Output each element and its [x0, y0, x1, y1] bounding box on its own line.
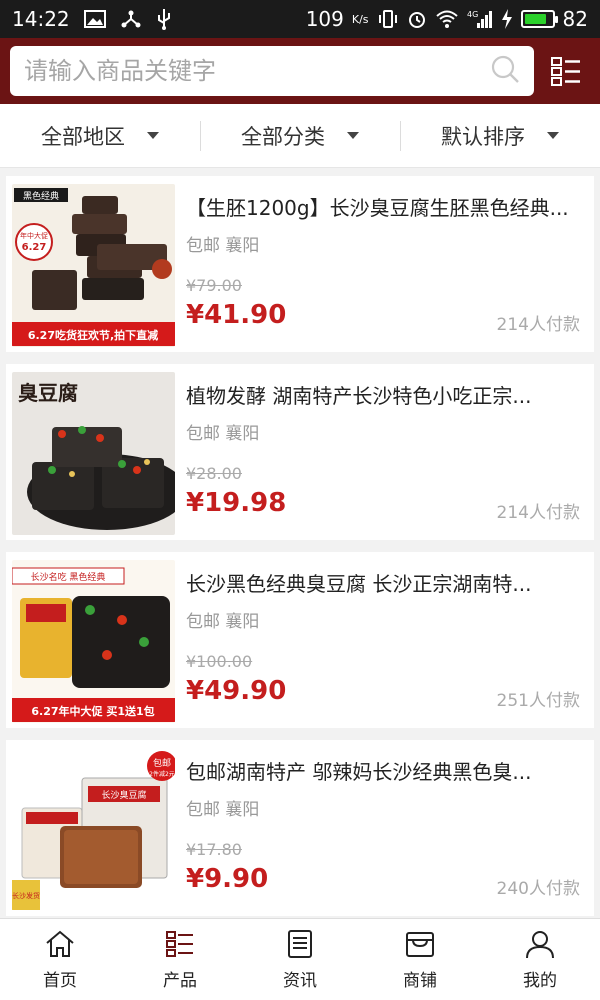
header [0, 38, 600, 104]
product-card[interactable]: 臭豆腐 植物发酵 湖南特产长沙特色小吃正宗... 包邮 襄阳 ¥28.00 ¥1… [6, 364, 594, 540]
product-info: 长沙黑色经典臭豆腐 长沙正宗湖南特... 包邮 襄阳 ¥100.00 ¥49.9… [186, 568, 580, 714]
charging-icon [501, 9, 513, 29]
list-icon [166, 931, 193, 957]
sales-count: 214人付款 [496, 315, 580, 335]
dropdown-arrow-icon [547, 132, 559, 139]
svg-text:4G: 4G [467, 10, 478, 19]
brand-text: 臭豆腐 [18, 381, 78, 405]
promo-badge-num: 6.27 [22, 242, 47, 253]
promo-banner: 6.27年中大促 买1送1包 [31, 704, 154, 718]
nav-label: 资讯 [283, 971, 317, 991]
filter-bar: 全部地区 全部分类 默认排序 [0, 104, 600, 168]
filter-label: 全部分类 [241, 124, 325, 149]
location: 襄阳 [225, 424, 260, 444]
shipping-tag: 包邮 [186, 612, 220, 632]
nav-products[interactable]: 产品 [120, 919, 240, 1000]
product-meta: 包邮 襄阳 [186, 607, 580, 632]
bottom-nav: 首页 产品 资讯 商铺 我的 [0, 918, 600, 1000]
shop-icon [406, 932, 434, 957]
product-card[interactable]: 长沙臭豆腐 包邮 2件减2元 长沙发货 包邮湖南特产 邬辣妈长沙经典黑色臭...… [6, 740, 594, 916]
price: ¥9.90 [186, 864, 269, 894]
location: 襄阳 [225, 800, 260, 820]
usb-icon [156, 8, 172, 30]
search-box[interactable] [10, 46, 534, 96]
product-image[interactable]: 黑色经典 年中大促 6.27 6.27吃货狂欢节,拍下直减 [12, 184, 175, 347]
shipping-tag: 包邮 [186, 424, 220, 444]
original-price: ¥28.00 [186, 464, 242, 483]
price: ¥41.90 [186, 300, 287, 330]
home-icon [46, 930, 74, 957]
product-card[interactable]: 长沙名吃 黑色经典 6.27年中大促 买1送1包 长沙黑色经典臭豆腐 长沙正宗湖… [6, 552, 594, 728]
product-image[interactable]: 长沙臭豆腐 包邮 2件减2元 长沙发货 [12, 748, 175, 911]
dropdown-arrow-icon [147, 132, 159, 139]
battery-level: 82 [562, 7, 588, 31]
original-price: ¥79.00 [186, 276, 242, 295]
product-image[interactable]: 臭豆腐 [12, 372, 175, 535]
image-icon [83, 10, 106, 28]
package-label: 长沙臭豆腐 [101, 789, 146, 801]
filter-label: 默认排序 [441, 124, 525, 149]
product-title[interactable]: 植物发酵 湖南特产长沙特色小吃正宗... [186, 380, 580, 409]
product-card[interactable]: 黑色经典 年中大促 6.27 6.27吃货狂欢节,拍下直减 【生胚1200g】长… [6, 176, 594, 352]
alarm-icon [407, 9, 427, 29]
nav-home[interactable]: 首页 [0, 919, 120, 1000]
nav-label: 商铺 [403, 971, 437, 991]
brand-label: 黑色经典 [23, 190, 59, 202]
product-meta: 包邮 襄阳 [186, 419, 580, 444]
product-title[interactable]: 【生胚1200g】长沙臭豆腐生胚黑色经典... [186, 192, 580, 221]
promo-banner: 6.27吃货狂欢节,拍下直减 [28, 328, 158, 342]
product-image[interactable]: 长沙名吃 黑色经典 6.27年中大促 买1送1包 [12, 560, 175, 723]
nav-label: 我的 [523, 971, 557, 991]
dropdown-arrow-icon [347, 132, 359, 139]
network-speed: 109 [305, 7, 344, 31]
original-price: ¥17.80 [186, 840, 242, 859]
discount-note: 2件减2元 [149, 770, 175, 778]
sales-count: 240人付款 [496, 879, 580, 899]
original-price: ¥100.00 [186, 652, 253, 671]
search-icon[interactable] [490, 54, 520, 88]
news-icon [288, 930, 312, 958]
product-title[interactable]: 长沙黑色经典臭豆腐 长沙正宗湖南特... [186, 568, 580, 597]
product-info: 【生胚1200g】长沙臭豆腐生胚黑色经典... 包邮 襄阳 ¥79.00 ¥41… [186, 192, 580, 338]
clock: 14:22 [12, 7, 70, 31]
share-icon [120, 9, 142, 29]
free-shipping-badge: 包邮 [153, 757, 171, 769]
nav-label: 产品 [163, 971, 197, 991]
price: ¥49.90 [186, 676, 287, 706]
product-title[interactable]: 包邮湖南特产 邬辣妈长沙经典黑色臭... [186, 756, 580, 785]
speed-unit: K/s [351, 12, 369, 26]
product-info: 植物发酵 湖南特产长沙特色小吃正宗... 包邮 襄阳 ¥28.00 ¥19.98… [186, 380, 580, 526]
shipping-tag: 包邮 [186, 800, 220, 820]
product-meta: 包邮 襄阳 [186, 231, 580, 256]
signal-icon: 4G [467, 9, 493, 29]
location: 襄阳 [225, 612, 260, 632]
battery-icon [520, 10, 558, 28]
search-input[interactable] [24, 57, 490, 85]
shipping-tag: 包邮 [186, 236, 220, 256]
filter-sort[interactable]: 默认排序 [400, 121, 600, 151]
product-info: 包邮湖南特产 邬辣妈长沙经典黑色臭... 包邮 襄阳 ¥17.80 ¥9.90 … [186, 756, 580, 902]
corner-badge: 长沙发货 [12, 891, 40, 900]
nav-news[interactable]: 资讯 [240, 919, 360, 1000]
nav-me[interactable]: 我的 [480, 919, 600, 1000]
promo-badge-top: 年中大促 [20, 231, 48, 240]
vibrate-icon [377, 9, 399, 29]
status-bar: 14:22 109 K/s 4G 82 [0, 0, 600, 38]
category-menu-icon[interactable] [550, 55, 582, 87]
filter-label: 全部地区 [41, 124, 125, 149]
sales-count: 251人付款 [496, 691, 580, 711]
user-icon [526, 931, 554, 959]
product-meta: 包邮 襄阳 [186, 795, 580, 820]
filter-region[interactable]: 全部地区 [0, 121, 200, 151]
nav-label: 首页 [43, 971, 77, 991]
brand-label: 长沙名吃 黑色经典 [31, 571, 106, 583]
price: ¥19.98 [186, 488, 287, 518]
location: 襄阳 [225, 236, 260, 256]
nav-shops[interactable]: 商铺 [360, 919, 480, 1000]
filter-category[interactable]: 全部分类 [200, 121, 400, 151]
wifi-icon [435, 9, 459, 29]
sales-count: 214人付款 [496, 503, 580, 523]
